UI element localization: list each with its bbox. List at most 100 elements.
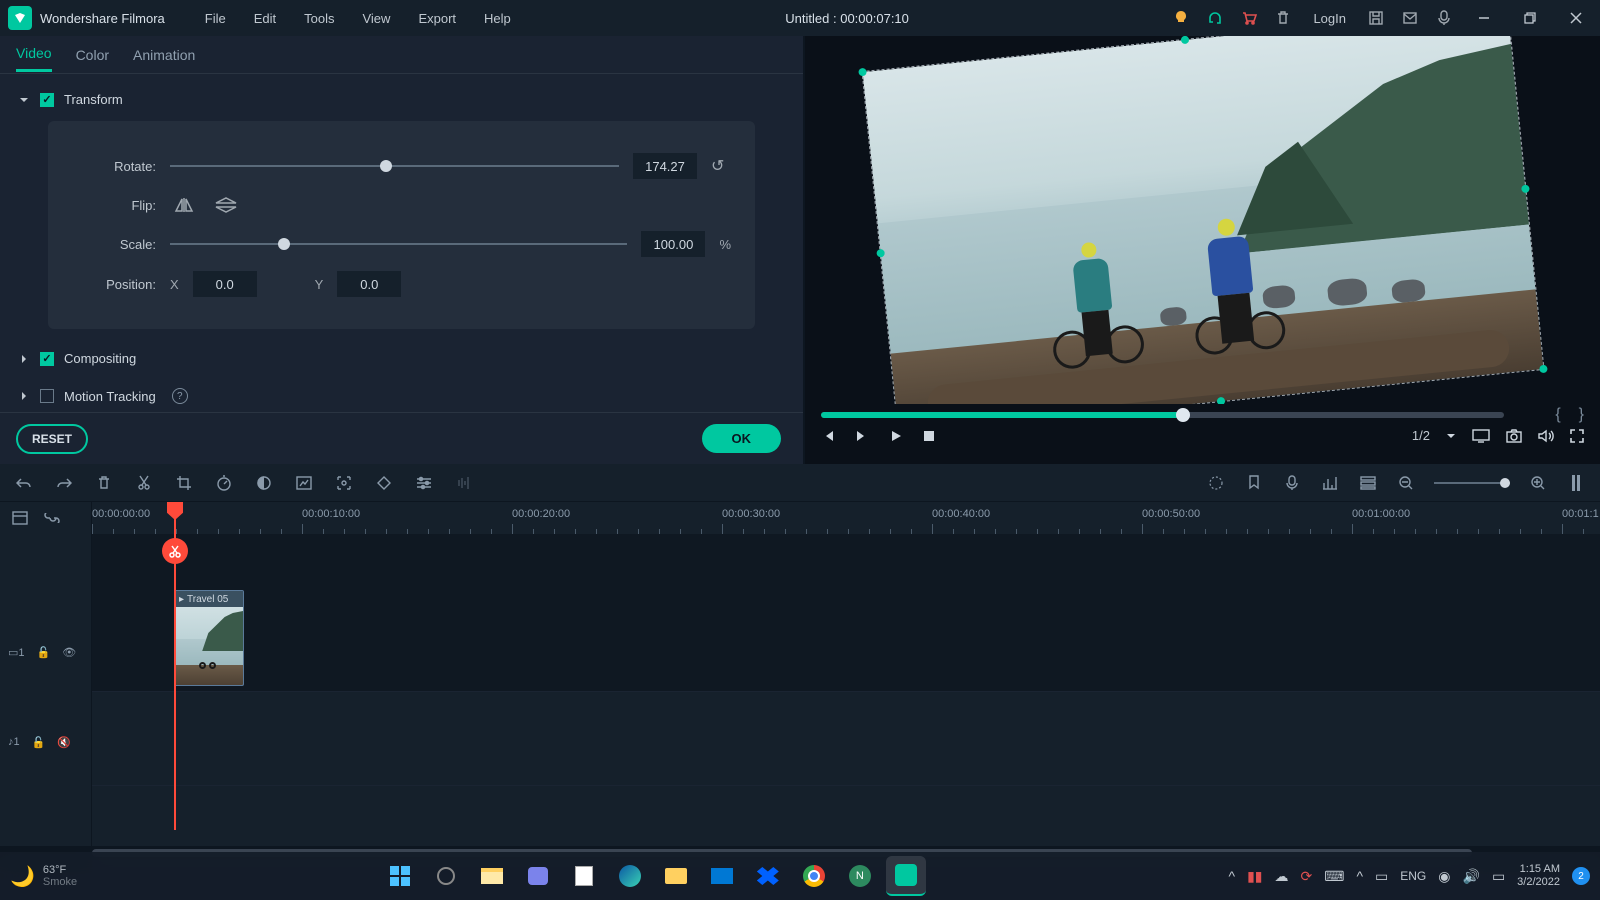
- audio-mixer-button[interactable]: [454, 473, 474, 493]
- link-icon[interactable]: [42, 508, 62, 528]
- transform-handle[interactable]: [1180, 36, 1189, 44]
- undo-button[interactable]: [14, 473, 34, 493]
- trash-icon[interactable]: [1273, 8, 1293, 28]
- tray-expand2-icon[interactable]: ^: [1356, 868, 1363, 884]
- zoom-slider[interactable]: [1434, 482, 1510, 484]
- keyframe-fit-button[interactable]: [334, 473, 354, 493]
- taskbar-files[interactable]: [656, 856, 696, 896]
- tray-wifi-icon[interactable]: ◉: [1438, 868, 1450, 885]
- mark-out-button[interactable]: }: [1579, 406, 1584, 424]
- cut-button[interactable]: [134, 473, 154, 493]
- notification-badge[interactable]: 2: [1572, 867, 1590, 885]
- progress-bar[interactable]: {} 00:00:03:24: [821, 412, 1504, 418]
- caret-right-icon[interactable]: [18, 390, 30, 402]
- menu-help[interactable]: Help: [472, 5, 523, 32]
- taskbar-edge[interactable]: [610, 856, 650, 896]
- tray-sync-icon[interactable]: ⟳: [1301, 868, 1313, 885]
- render-preview-button[interactable]: [1206, 473, 1226, 493]
- motion-tracking-section-header[interactable]: Motion Tracking ?: [18, 382, 785, 410]
- mark-in-button[interactable]: {: [1555, 406, 1560, 424]
- tab-animation[interactable]: Animation: [133, 39, 195, 71]
- tray-keyboard-icon[interactable]: ⌨: [1324, 868, 1344, 885]
- tray-app-icon[interactable]: ▮▮: [1247, 868, 1262, 885]
- fullscreen-icon[interactable]: [1570, 429, 1584, 443]
- tray-onedrive-icon[interactable]: ☁: [1275, 868, 1289, 885]
- caret-down-icon[interactable]: [18, 94, 30, 106]
- taskbar-explorer[interactable]: [472, 856, 512, 896]
- crop-button[interactable]: [174, 473, 194, 493]
- zoom-in-button[interactable]: [1528, 473, 1548, 493]
- lightbulb-icon[interactable]: [1171, 8, 1191, 28]
- menu-view[interactable]: View: [350, 5, 402, 32]
- scale-input[interactable]: [641, 231, 705, 257]
- timeline-clip[interactable]: ▸Travel 05: [174, 590, 244, 686]
- video-track[interactable]: ▸Travel 05: [92, 584, 1600, 692]
- transform-section-header[interactable]: Transform: [18, 86, 785, 113]
- mail-icon[interactable]: [1400, 8, 1420, 28]
- taskbar-app[interactable]: N: [840, 856, 880, 896]
- position-x-input[interactable]: [193, 271, 257, 297]
- login-button[interactable]: LogIn: [1307, 11, 1352, 26]
- compositing-section-header[interactable]: Compositing: [18, 345, 785, 372]
- redo-button[interactable]: [54, 473, 74, 493]
- delete-button[interactable]: [94, 473, 114, 493]
- lock-icon[interactable]: 🔓: [37, 646, 51, 659]
- timeline-ruler[interactable]: 00:00:00:0000:00:10:0000:00:20:0000:00:3…: [92, 502, 1600, 534]
- taskbar-search[interactable]: [426, 856, 466, 896]
- volume-icon[interactable]: [1538, 429, 1554, 443]
- timeline-body[interactable]: 00:00:00:0000:00:10:0000:00:20:0000:00:3…: [92, 502, 1600, 846]
- keyframe-button[interactable]: [374, 473, 394, 493]
- play-button[interactable]: [889, 429, 903, 443]
- taskbar-chrome[interactable]: [794, 856, 834, 896]
- track-manager-button[interactable]: [1358, 473, 1378, 493]
- caret-right-icon[interactable]: [18, 353, 30, 365]
- display-icon[interactable]: [1472, 429, 1490, 443]
- minimize-button[interactable]: [1468, 2, 1500, 34]
- transform-handle[interactable]: [858, 67, 867, 76]
- transform-handle[interactable]: [876, 248, 885, 257]
- tab-video[interactable]: Video: [16, 37, 52, 72]
- stop-button[interactable]: [923, 430, 935, 442]
- tray-volume-icon[interactable]: 🔊: [1463, 868, 1480, 885]
- progress-thumb[interactable]: [1176, 408, 1190, 422]
- tray-language[interactable]: ENG: [1400, 869, 1426, 883]
- help-icon[interactable]: ?: [172, 388, 188, 404]
- menu-file[interactable]: File: [193, 5, 238, 32]
- taskbar-mail[interactable]: [702, 856, 742, 896]
- tray-input-icon[interactable]: ▭: [1375, 868, 1388, 885]
- menu-tools[interactable]: Tools: [292, 5, 346, 32]
- save-icon[interactable]: [1366, 8, 1386, 28]
- weather-widget[interactable]: 🌙 63°FSmoke: [10, 864, 77, 889]
- menu-edit[interactable]: Edit: [242, 5, 288, 32]
- transform-handle[interactable]: [1216, 396, 1225, 404]
- reset-button[interactable]: RESET: [16, 424, 88, 454]
- tray-expand-icon[interactable]: ^: [1229, 868, 1236, 884]
- lock-icon[interactable]: 🔓: [32, 736, 46, 749]
- next-frame-button[interactable]: [855, 429, 869, 443]
- taskbar-dropbox[interactable]: [748, 856, 788, 896]
- record-voiceover-button[interactable]: [1282, 473, 1302, 493]
- playhead-cut-button[interactable]: [162, 538, 188, 564]
- taskbar-filmora[interactable]: [886, 856, 926, 896]
- motion-tracking-checkbox[interactable]: [40, 389, 54, 403]
- rotate-input[interactable]: [633, 153, 697, 179]
- tab-color[interactable]: Color: [76, 39, 109, 71]
- cart-icon[interactable]: [1239, 8, 1259, 28]
- support-icon[interactable]: [1205, 8, 1225, 28]
- preview-viewport[interactable]: [805, 36, 1600, 404]
- scale-slider[interactable]: [170, 243, 627, 245]
- green-screen-button[interactable]: [294, 473, 314, 493]
- chevron-down-icon[interactable]: [1446, 431, 1456, 441]
- position-y-input[interactable]: [337, 271, 401, 297]
- mic-icon[interactable]: [1434, 8, 1454, 28]
- rotate-reset-icon[interactable]: ↺: [711, 156, 731, 176]
- playhead[interactable]: [174, 502, 176, 830]
- tray-battery-icon[interactable]: ▭: [1492, 868, 1505, 885]
- visibility-icon[interactable]: 👁: [62, 646, 76, 659]
- flip-horizontal-button[interactable]: [170, 193, 198, 217]
- start-button[interactable]: [380, 856, 420, 896]
- close-button[interactable]: [1560, 2, 1592, 34]
- ok-button[interactable]: OK: [702, 424, 782, 453]
- prev-frame-button[interactable]: [821, 429, 835, 443]
- transform-handle[interactable]: [1539, 364, 1548, 373]
